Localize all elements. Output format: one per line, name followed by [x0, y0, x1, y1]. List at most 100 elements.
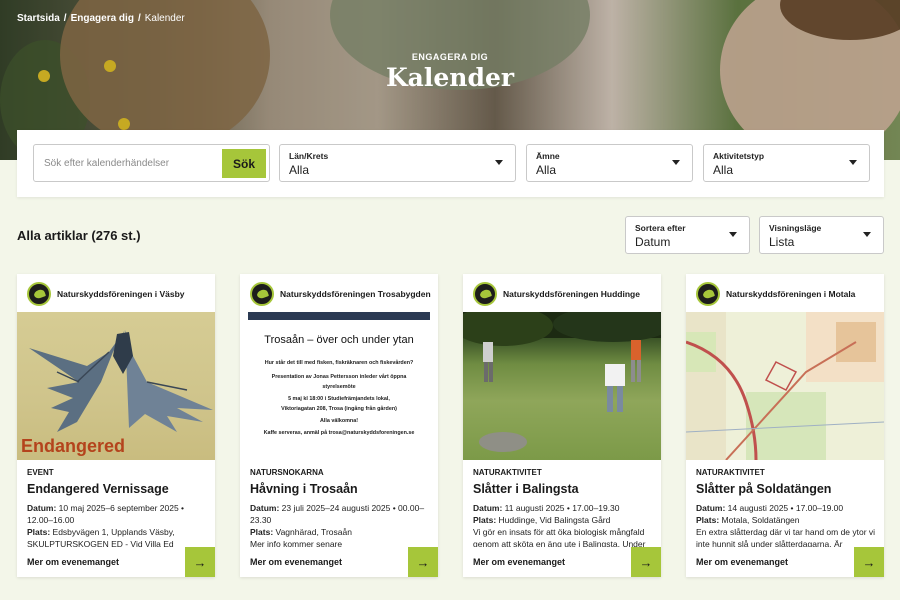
event-date: 11 augusti 2025 • 17.00–19.30: [504, 503, 620, 513]
event-place: Huddinge, Vid Balingsta Gård: [498, 515, 611, 525]
more-about-event-link[interactable]: Mer om evenemanget: [473, 557, 565, 567]
organizer: Naturskyddsföreningen i Väsby: [27, 282, 209, 306]
sort-select[interactable]: Sortera efter Datum: [625, 216, 750, 254]
event-place: Edsbyvägen 1, Upplands Väsby, SKULPTURSK…: [27, 527, 175, 547]
caret-down-icon: [672, 160, 680, 165]
caret-down-icon: [849, 160, 857, 165]
select-value: Alla: [289, 163, 310, 177]
filter-bar: Sök Län/Krets Alla Ämne Alla Aktivitetst…: [17, 130, 884, 197]
poster-line: styrelsemöte: [322, 384, 356, 390]
card-footer: Mer om evenemanget →: [240, 547, 438, 577]
breadcrumb-parent-link[interactable]: Engagera dig: [71, 13, 134, 24]
event-details: Datum: 11 augusti 2025 • 17.00–19.30 Pla…: [473, 502, 653, 547]
poster-title: Trosaån – över och under ytan: [264, 334, 414, 346]
poster-header-bar: [248, 312, 430, 320]
arrow-right-icon[interactable]: →: [854, 547, 884, 577]
place-label: Plats:: [250, 527, 274, 537]
select-label: Ämne: [536, 151, 560, 161]
caret-down-icon: [495, 160, 503, 165]
organization-logo-icon: [250, 282, 274, 306]
place-label: Plats:: [27, 527, 51, 537]
event-title: Endangered Vernissage: [27, 482, 169, 496]
image-caption-text: Endangered: [21, 436, 126, 456]
select-value: Datum: [635, 235, 671, 249]
event-title: Håvning i Trosaån: [250, 482, 358, 496]
select-value: Alla: [536, 163, 557, 177]
event-date: 14 augusti 2025 • 17.00–19.00: [727, 503, 844, 513]
organizer-name: Naturskyddsföreningen Trosabygden: [280, 289, 431, 299]
organization-logo-icon: [696, 282, 720, 306]
arrow-right-icon[interactable]: →: [185, 547, 215, 577]
breadcrumb-current: Kalender: [144, 13, 185, 24]
event-description: En extra slåtterdag där vi tar hand om d…: [696, 527, 876, 547]
event-image: [463, 312, 661, 460]
event-card[interactable]: Naturskyddsföreningen Huddinge NATURAKTI…: [463, 274, 661, 577]
page-title: Kalender: [385, 63, 515, 92]
event-image: Endangered: [17, 312, 215, 460]
poster-line: Viktoriagatan 208, Trosa (ingång från gå…: [281, 406, 397, 412]
more-about-event-link[interactable]: Mer om evenemanget: [27, 557, 119, 567]
more-about-event-link[interactable]: Mer om evenemanget: [696, 557, 788, 567]
select-label: Visningsläge: [769, 223, 822, 233]
topic-select[interactable]: Ämne Alla: [526, 144, 693, 182]
event-details: Datum: 23 juli 2025–24 augusti 2025 • 00…: [250, 502, 430, 547]
select-label: Sortera efter: [635, 223, 686, 233]
organizer-name: Naturskyddsföreningen Huddinge: [503, 289, 640, 299]
place-label: Plats:: [473, 515, 497, 525]
event-title: Slåtter på Soldatängen: [696, 482, 832, 496]
organizer: Naturskyddsföreningen Trosabygden: [250, 282, 432, 306]
poster-line: Hur står det till med fisken, fiskräknar…: [264, 360, 414, 366]
card-footer: Mer om evenemanget →: [17, 547, 215, 577]
organization-logo-icon: [27, 282, 51, 306]
breadcrumb-separator: /: [137, 13, 141, 24]
arrow-right-icon[interactable]: →: [408, 547, 438, 577]
event-image: [686, 312, 884, 460]
breadcrumb: Startsida / Engagera dig / Kalender: [17, 13, 185, 24]
select-value: Lista: [769, 235, 795, 249]
organizer-name: Naturskyddsföreningen i Väsby: [57, 289, 185, 299]
caret-down-icon: [863, 232, 871, 237]
date-label: Datum:: [250, 503, 280, 513]
meadow-photo-image: [463, 312, 661, 452]
date-label: Datum:: [473, 503, 503, 513]
view-mode-select[interactable]: Visningsläge Lista: [759, 216, 884, 254]
event-description: Mer info kommer senare: [250, 539, 343, 547]
event-place: Motala, Soldatängen: [721, 515, 800, 525]
poster-line: Presentation av Jonas Pettersson inleder…: [271, 374, 407, 380]
event-description: Vi gör en insats för att öka biologisk m…: [473, 527, 646, 547]
poster-line: 5 maj kl 18:00 i Studiefrämjandets lokal…: [288, 396, 390, 402]
event-card[interactable]: Naturskyddsföreningen Trosabygden Trosaå…: [240, 274, 438, 577]
event-place: Vagnhärad, Trosaån: [275, 527, 352, 537]
county-select[interactable]: Län/Krets Alla: [279, 144, 516, 182]
event-title: Slåtter i Balingsta: [473, 482, 579, 496]
search-box: Sök: [33, 144, 270, 182]
event-card[interactable]: Naturskyddsföreningen i Motala NATURAKTI…: [686, 274, 884, 577]
event-category: NATURAKTIVITET: [696, 468, 765, 477]
select-label: Aktivitetstyp: [713, 151, 765, 161]
activity-type-select[interactable]: Aktivitetstyp Alla: [703, 144, 870, 182]
organizer: Naturskyddsföreningen i Motala: [696, 282, 878, 306]
poster-line: Kaffe serveras, anmäl på trosa@naturskyd…: [263, 430, 415, 436]
card-footer: Mer om evenemanget →: [686, 547, 884, 577]
search-button[interactable]: Sök: [222, 149, 266, 178]
event-card[interactable]: Naturskyddsföreningen i Väsby Endangered…: [17, 274, 215, 577]
date-label: Datum:: [696, 503, 726, 513]
search-input[interactable]: [44, 154, 204, 172]
organization-logo-icon: [473, 282, 497, 306]
event-image: Trosaån – över och under ytan Hur står d…: [240, 312, 438, 460]
arrow-right-icon[interactable]: →: [631, 547, 661, 577]
select-value: Alla: [713, 163, 734, 177]
caret-down-icon: [729, 232, 737, 237]
date-label: Datum:: [27, 503, 57, 513]
organizer: Naturskyddsföreningen Huddinge: [473, 282, 655, 306]
event-category: EVENT: [27, 468, 54, 477]
more-about-event-link[interactable]: Mer om evenemanget: [250, 557, 342, 567]
poster-line: Alla välkomna!: [319, 418, 359, 424]
event-details: Datum: 10 maj 2025–6 september 2025 • 12…: [27, 502, 207, 547]
breadcrumb-home-link[interactable]: Startsida: [17, 13, 60, 24]
event-category: NATURSNOKARNA: [250, 468, 324, 477]
place-label: Plats:: [696, 515, 720, 525]
select-label: Län/Krets: [289, 151, 329, 161]
breadcrumb-separator: /: [63, 13, 67, 24]
event-details: Datum: 14 augusti 2025 • 17.00–19.00 Pla…: [696, 502, 876, 547]
